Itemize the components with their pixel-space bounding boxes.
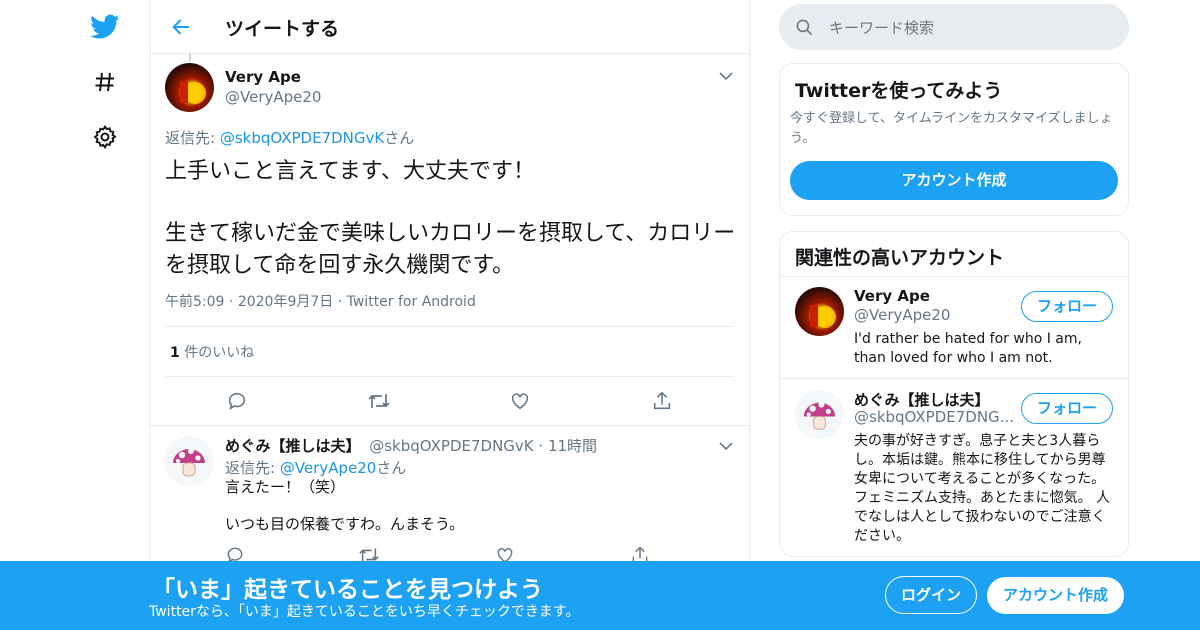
avatar[interactable] [164,436,214,486]
account-bio: I'd rather be hated for who I am, than l… [854,331,1082,366]
like-icon[interactable] [507,390,533,412]
create-account-button[interactable]: アカウント作成 [790,161,1118,200]
tweet-author-handle[interactable]: @VeryApe20 [225,88,321,106]
reply-context: 返信先: @skbqOXPDE7DNGvKさん [165,129,415,147]
main-column: ツイートする Very Ape @VeryApe20 返信先: @skbqOXP… [149,0,750,630]
reply-to-link[interactable]: @VeryApe20 [280,459,376,477]
divider [165,326,734,327]
reply-context: 返信先: @VeryApe20さん [225,459,407,477]
banner-headline: 「いま」起きていることを見つけよう [152,577,543,603]
signup-banner: 「いま」起きていることを見つけよう Twitterなら、「いま」起きていることを… [0,561,1200,630]
account-handle[interactable]: @skbqOXPDE7DNG... [854,408,1014,426]
divider [780,378,1128,379]
login-button[interactable]: ログイン [885,576,977,614]
tweet-time[interactable]: 午前5:09 [165,294,224,310]
retweet-icon[interactable] [366,390,392,412]
avatar[interactable] [795,390,844,439]
related-card-title: 関連性の高いアカウント [795,247,1005,269]
reply-author-name[interactable]: めぐみ【推しは夫】 [225,437,360,455]
reply-to-link[interactable]: @skbqOXPDE7DNGvK [220,129,384,147]
banner-subtext: Twitterなら、「いま」起きていることをいち早くチェックできます。 [149,604,580,620]
gear-icon[interactable] [88,120,122,154]
chevron-down-icon[interactable] [716,436,736,456]
page-header: ツイートする [150,0,749,54]
signup-card-title: Twitterを使ってみよう [795,80,1003,102]
reply-author-handle[interactable]: @skbqOXPDE7DNGvK [369,437,533,455]
tweet-source[interactable]: Twitter for Android [347,294,476,310]
search-icon [796,19,813,36]
likes-stat[interactable]: 1 件のいいね [170,342,254,362]
chevron-down-icon[interactable] [716,66,736,86]
divider [165,376,734,377]
signup-card-description: 今すぐ登録して、タイムラインをカスタマイズしましょう。 [790,111,1113,146]
share-icon[interactable] [649,390,675,412]
tweet-text: 上手いこと言えてます、大丈夫です！ 生きて稼いだ金で美味しいカロリーを摂取して、… [165,159,736,278]
divider [780,276,1128,277]
reply-text: 言えたー！（笑） いつも目の保養ですわ。んまそう。 [225,478,465,533]
back-button[interactable] [168,14,194,40]
search-bar[interactable] [779,4,1129,52]
tweet-author-name[interactable]: Very Ape [225,68,301,86]
account-bio: 夫の事が好きすぎ。息子と夫と3人暮らし。本垢は鍵。熊本に移住してから男尊女卑につ… [854,433,1111,544]
related-accounts-card: 関連性の高いアカウント Very Ape @VeryApe20 フォロー I'd… [779,231,1129,557]
divider [150,425,749,426]
tweet-meta: 午前5:09 · 2020年9月7日 · Twitter for Android [165,294,476,310]
twitter-bird-icon[interactable] [88,10,122,44]
search-input[interactable] [827,4,1121,52]
signup-card: Twitterを使ってみよう 今すぐ登録して、タイムラインをカスタマイズしましょ… [779,63,1129,216]
tweet-date[interactable]: 2020年9月7日 [238,294,333,310]
hashtag-icon[interactable] [88,65,122,99]
arrow-left-icon [172,19,190,35]
account-name[interactable]: めぐみ【推しは夫】 [854,389,989,410]
account-handle[interactable]: @VeryApe20 [854,306,950,324]
thread-line [189,53,191,62]
account-name[interactable]: Very Ape [854,287,930,305]
banner-create-account-button[interactable]: アカウント作成 [987,577,1124,614]
avatar[interactable] [795,287,844,336]
avatar[interactable] [165,63,214,112]
reply-header: めぐみ【推しは夫】 @skbqOXPDE7DNGvK · 11時間 [225,437,598,455]
follow-button[interactable]: フォロー [1021,291,1113,322]
reply-time[interactable]: 11時間 [548,437,597,455]
follow-button[interactable]: フォロー [1021,393,1113,424]
page-title: ツイートする [225,18,340,40]
reply-icon[interactable] [224,390,250,412]
